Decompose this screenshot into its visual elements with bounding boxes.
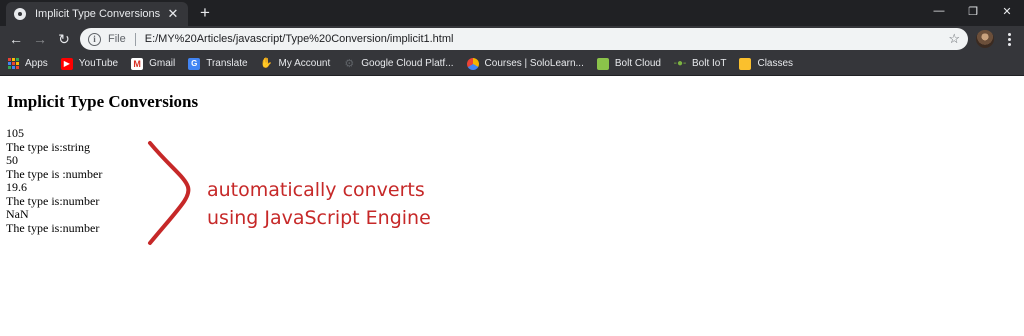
bookmark-label: Classes xyxy=(757,58,794,69)
sololearn-icon xyxy=(466,57,479,70)
annotation-line-2: using JavaScript Engine xyxy=(207,207,431,229)
forward-button[interactable]: → xyxy=(30,29,50,49)
star-icon[interactable]: ☆ xyxy=(948,31,960,47)
bookmark-bolt-cloud[interactable]: Bolt Cloud xyxy=(596,57,661,70)
address-bar[interactable]: i File E:/MY%20Articles/javascript/Type%… xyxy=(80,28,968,50)
url-text[interactable]: E:/MY%20Articles/javascript/Type%20Conve… xyxy=(145,33,949,45)
page-content: Implicit Type Conversions 105 The type i… xyxy=(0,77,1024,336)
bookmark-label: YouTube xyxy=(78,58,119,69)
profile-avatar[interactable] xyxy=(976,30,994,48)
bookmark-label: Courses | SoloLearn... xyxy=(484,58,584,69)
bookmark-sololearn[interactable]: Courses | SoloLearn... xyxy=(466,57,584,70)
apps-grid-icon xyxy=(8,58,19,69)
bookmark-youtube[interactable]: ▶ YouTube xyxy=(60,57,119,70)
back-button[interactable]: ← xyxy=(6,29,26,49)
globe-icon xyxy=(14,8,26,20)
bookmark-apps[interactable]: Apps xyxy=(8,58,48,69)
bookmark-label: Bolt Cloud xyxy=(614,58,661,69)
bookmark-label: Gmail xyxy=(149,58,176,69)
translate-icon: G xyxy=(188,57,201,70)
annotation-text: automatically converts using JavaScript … xyxy=(207,176,431,232)
bookmark-gmail[interactable]: M Gmail xyxy=(131,57,176,70)
bookmark-google-cloud[interactable]: ⚙ Google Cloud Platf... xyxy=(343,58,453,70)
bookmark-my-account[interactable]: ✋ My Account xyxy=(260,58,331,70)
new-tab-button[interactable]: + xyxy=(195,3,215,23)
bookmark-classes[interactable]: Classes xyxy=(739,57,794,70)
bookmark-label: Apps xyxy=(25,58,48,69)
bolt-cloud-icon xyxy=(596,57,609,70)
browser-toolbar: ← → ↻ i File E:/MY%20Articles/javascript… xyxy=(0,26,1024,52)
bookmark-label: Translate xyxy=(206,58,248,69)
annotation-brace xyxy=(148,141,191,245)
bookmarks-bar: Apps ▶ YouTube M Gmail G Translate ✋ My … xyxy=(0,52,1024,76)
url-scheme: File xyxy=(108,33,126,45)
bolt-iot-icon: -●- xyxy=(673,58,687,69)
tab-strip: Implicit Type Conversions ✕ + — ❐ ✕ xyxy=(0,0,1024,26)
menu-icon[interactable] xyxy=(1002,30,1016,48)
omnibox-divider xyxy=(134,32,136,46)
bookmark-bolt-iot[interactable]: -●- Bolt IoT xyxy=(673,58,727,70)
tab-title: Implicit Type Conversions xyxy=(35,8,161,20)
account-icon: ✋ xyxy=(260,58,273,69)
brace-icon xyxy=(148,141,191,245)
annotation-line-1: automatically converts xyxy=(207,179,425,201)
bookmark-label: Bolt IoT xyxy=(692,58,727,69)
tab-close-icon[interactable]: ✕ xyxy=(166,6,180,21)
classes-icon xyxy=(739,57,752,70)
reload-button[interactable]: ↻ xyxy=(54,29,74,49)
gmail-icon: M xyxy=(131,57,144,70)
tab-implicit-type-conversions[interactable]: Implicit Type Conversions ✕ xyxy=(6,2,188,26)
bookmark-translate[interactable]: G Translate xyxy=(188,57,248,70)
bookmark-label: My Account xyxy=(278,58,331,69)
bookmark-label: Google Cloud Platf... xyxy=(361,58,454,69)
close-window-button[interactable]: ✕ xyxy=(990,0,1024,22)
minimize-button[interactable]: — xyxy=(922,0,956,22)
youtube-icon: ▶ xyxy=(60,57,73,70)
cloud-icon: ⚙ xyxy=(344,58,355,70)
restore-button[interactable]: ❐ xyxy=(956,0,990,22)
info-icon[interactable]: i xyxy=(88,32,101,46)
